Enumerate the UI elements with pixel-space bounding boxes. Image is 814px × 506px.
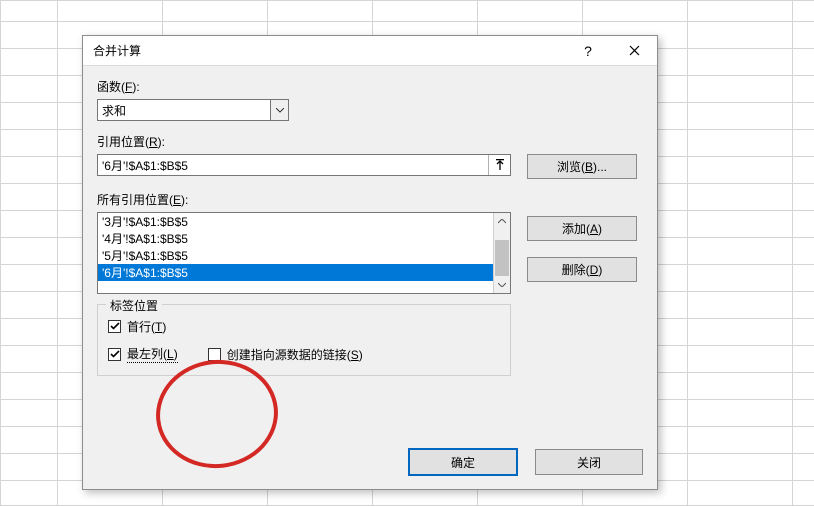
reference-input[interactable] — [98, 155, 488, 175]
range-picker-icon[interactable] — [488, 155, 510, 175]
delete-button[interactable]: 删除(D) — [527, 257, 637, 282]
labelpos-legend: 标签位置 — [106, 297, 162, 314]
link-checkbox[interactable] — [208, 348, 221, 361]
labelpos-fieldset: 标签位置 首行(T) 最左列(L) 创建指向源数据 — [97, 304, 511, 376]
reference-label: 引用位置(R): — [97, 133, 643, 150]
function-select[interactable]: 求和 — [97, 99, 289, 121]
toprow-label[interactable]: 首行(T) — [127, 318, 166, 335]
browse-button[interactable]: 浏览(B)... — [527, 154, 637, 179]
list-item[interactable]: '5月'!$A$1:$B$5 — [98, 247, 493, 264]
ok-button[interactable]: 确定 — [409, 449, 517, 475]
scrollbar[interactable] — [493, 213, 510, 293]
list-item[interactable]: '4月'!$A$1:$B$5 — [98, 230, 493, 247]
titlebar: 合并计算 ? — [83, 36, 657, 66]
help-button[interactable]: ? — [565, 36, 611, 66]
leftcol-checkbox[interactable] — [108, 348, 121, 361]
function-label: 函数(F): — [97, 78, 643, 95]
consolidate-dialog: 合并计算 ? 函数(F): 求和 引用位置(R): 浏览(B)... 所有引用位… — [82, 35, 658, 490]
allrefs-label: 所有引用位置(E): — [97, 191, 643, 208]
dialog-title: 合并计算 — [93, 42, 565, 59]
link-label[interactable]: 创建指向源数据的链接(S) — [227, 346, 363, 363]
scroll-up-icon[interactable] — [494, 213, 510, 230]
list-item[interactable]: '3月'!$A$1:$B$5 — [98, 213, 493, 230]
dialog-content: 函数(F): 求和 引用位置(R): 浏览(B)... 所有引用位置(E): '… — [83, 66, 657, 388]
add-button[interactable]: 添加(A) — [527, 216, 637, 241]
close-button[interactable]: 关闭 — [535, 449, 643, 475]
reference-input-wrap — [97, 154, 511, 176]
function-value: 求和 — [98, 102, 126, 119]
allrefs-listbox[interactable]: '3月'!$A$1:$B$5'4月'!$A$1:$B$5'5月'!$A$1:$B… — [97, 212, 511, 294]
dialog-footer: 确定 关闭 — [409, 449, 643, 475]
chevron-down-icon[interactable] — [270, 100, 288, 120]
leftcol-label[interactable]: 最左列(L) — [127, 345, 178, 363]
close-icon[interactable] — [611, 36, 657, 66]
scroll-thumb[interactable] — [495, 240, 509, 276]
list-item[interactable]: '6月'!$A$1:$B$5 — [98, 264, 493, 281]
toprow-checkbox[interactable] — [108, 320, 121, 333]
scroll-down-icon[interactable] — [494, 276, 510, 293]
scroll-track[interactable] — [494, 230, 510, 276]
